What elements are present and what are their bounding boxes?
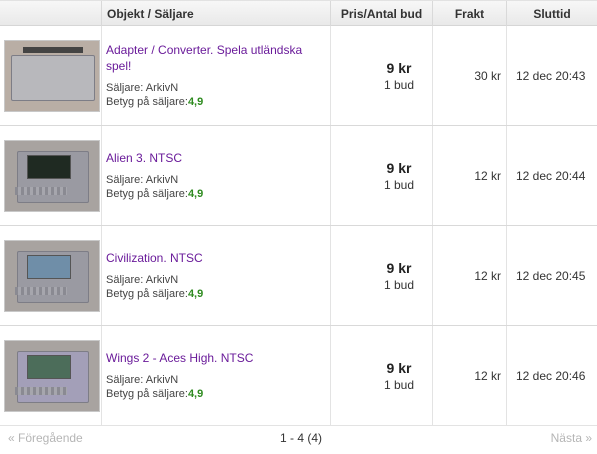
seller-rating: Betyg på säljare:4,9 <box>106 96 204 108</box>
header-thumbnail <box>0 1 101 27</box>
shipping-cell: 30 kr <box>432 26 506 125</box>
end-time-cell: 12 dec 20:44 <box>506 126 597 225</box>
seller-rating: Betyg på säljare:4,9 <box>106 188 204 200</box>
end-time-cell: 12 dec 20:45 <box>506 226 597 325</box>
converter-adapter-photo[interactable] <box>4 40 100 112</box>
price-cell: 9 kr 1 bud <box>330 326 432 425</box>
pagination-bar: « Föregående 1 - 4 (4) Nästa » <box>0 425 597 454</box>
end-time-value: 12 dec 20:46 <box>516 369 586 383</box>
table-row: Adapter / Converter. Spela utländska spe… <box>0 26 597 126</box>
shipping-value: 30 kr <box>474 69 501 83</box>
snes-cartridge-photo[interactable] <box>4 240 100 312</box>
end-time-value: 12 dec 20:43 <box>516 69 586 83</box>
previous-page-link[interactable]: « Föregående <box>8 431 83 445</box>
end-time-cell: 12 dec 20:46 <box>506 326 597 425</box>
item-title-link[interactable]: Adapter / Converter. Spela utländska spe… <box>106 42 326 74</box>
table-row: Wings 2 - Aces High. NTSC Säljare: Arkiv… <box>0 326 597 426</box>
end-time-value: 12 dec 20:45 <box>516 269 586 283</box>
seller-rating: Betyg på säljare:4,9 <box>106 388 204 400</box>
shipping-cell: 12 kr <box>432 126 506 225</box>
object-cell: Adapter / Converter. Spela utländska spe… <box>101 26 330 125</box>
table-row: Civilization. NTSC Säljare: ArkivN Betyg… <box>0 226 597 326</box>
shipping-cell: 12 kr <box>432 326 506 425</box>
rating-value: 4,9 <box>187 188 204 200</box>
object-cell: Wings 2 - Aces High. NTSC Säljare: Arkiv… <box>101 326 330 425</box>
thumbnail-cell <box>0 126 101 225</box>
table-header: Objekt / Säljare Pris/Antal bud Frakt Sl… <box>0 0 597 27</box>
rating-value: 4,9 <box>187 96 204 108</box>
seller-rating: Betyg på säljare:4,9 <box>106 288 204 300</box>
table-row: Alien 3. NTSC Säljare: ArkivN Betyg på s… <box>0 126 597 226</box>
rating-value: 4,9 <box>187 288 204 300</box>
item-title-link[interactable]: Wings 2 - Aces High. NTSC <box>106 350 326 366</box>
header-shipping[interactable]: Frakt <box>432 1 506 27</box>
thumbnail-cell <box>0 326 101 425</box>
price-cell: 9 kr 1 bud <box>330 26 432 125</box>
shipping-value: 12 kr <box>474 369 501 383</box>
shipping-value: 12 kr <box>474 269 501 283</box>
result-range: 1 - 4 (4) <box>280 431 323 445</box>
price-cell: 9 kr 1 bud <box>330 126 432 225</box>
seller-label: Säljare: ArkivN <box>106 374 179 386</box>
seller-label: Säljare: ArkivN <box>106 274 179 286</box>
snes-cartridge-photo[interactable] <box>4 340 100 412</box>
object-cell: Civilization. NTSC Säljare: ArkivN Betyg… <box>101 226 330 325</box>
header-end-time[interactable]: Sluttid <box>506 1 597 27</box>
rating-value: 4,9 <box>187 388 204 400</box>
shipping-value: 12 kr <box>474 169 501 183</box>
object-cell: Alien 3. NTSC Säljare: ArkivN Betyg på s… <box>101 126 330 225</box>
end-time-value: 12 dec 20:44 <box>516 169 586 183</box>
thumbnail-cell <box>0 26 101 125</box>
item-title-link[interactable]: Alien 3. NTSC <box>106 150 326 166</box>
thumbnail-cell <box>0 226 101 325</box>
next-page-link[interactable]: Nästa » <box>551 431 592 445</box>
price-cell: 9 kr 1 bud <box>330 226 432 325</box>
seller-label: Säljare: ArkivN <box>106 82 179 94</box>
end-time-cell: 12 dec 20:43 <box>506 26 597 125</box>
shipping-cell: 12 kr <box>432 226 506 325</box>
snes-cartridge-photo[interactable] <box>4 140 100 212</box>
header-price-bids[interactable]: Pris/Antal bud <box>330 1 432 27</box>
item-title-link[interactable]: Civilization. NTSC <box>106 250 326 266</box>
seller-label: Säljare: ArkivN <box>106 174 179 186</box>
header-object-seller[interactable]: Objekt / Säljare <box>101 1 330 27</box>
